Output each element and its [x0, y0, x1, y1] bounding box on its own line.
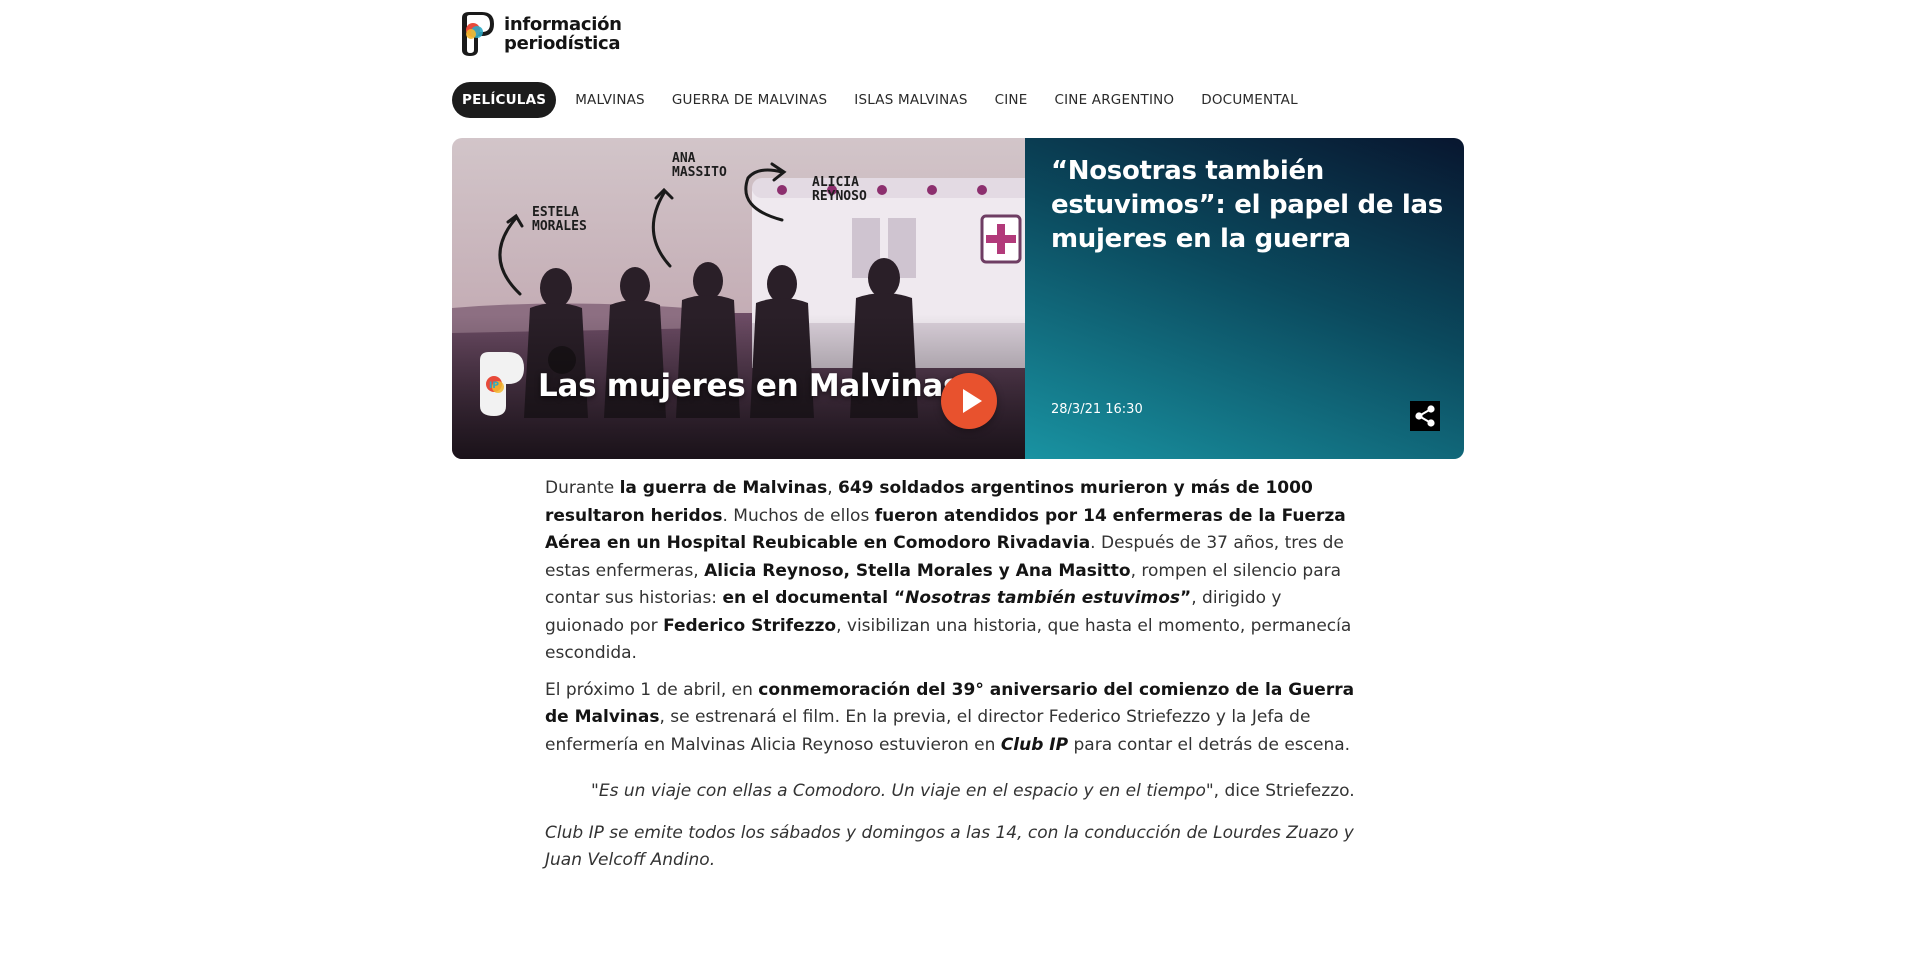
- article-title: “Nosotras también estuvimos”: el papel d…: [1051, 156, 1443, 254]
- publish-date: 28/3/21 16:30: [1051, 402, 1143, 417]
- quote-text: Es un viaje con ellas a Comodoro. Un via…: [598, 781, 1206, 801]
- club-ip-link: Club IP: [1000, 734, 1069, 755]
- share-icon: [1415, 405, 1435, 427]
- share-button[interactable]: [1410, 401, 1440, 431]
- tag-nav: PELÍCULAS MALVINAS GUERRA DE MALVINAS IS…: [452, 82, 1325, 118]
- video-caption: Las mujeres en Malvinas: [538, 368, 962, 404]
- tag-guerra-de-malvinas[interactable]: GUERRA DE MALVINAS: [672, 92, 827, 108]
- article-body: Durante la guerra de Malvinas, 649 solda…: [545, 475, 1365, 884]
- tag-peliculas[interactable]: PELÍCULAS: [452, 82, 557, 118]
- bold-text: Alicia Reynoso, Stella Morales y Ana Mas…: [704, 560, 1131, 581]
- bold-text: en el documental “: [722, 588, 906, 608]
- paragraph-2: El próximo 1 de abril, en conmemoración …: [545, 677, 1365, 760]
- text: . Muchos de ellos: [722, 505, 875, 526]
- name-label-alicia: ALICIA REYNOSO: [812, 175, 867, 204]
- name-label-ana: ANA MASSITO: [672, 151, 727, 180]
- name-label-estela: ESTELA MORALES: [532, 205, 587, 234]
- paragraph-1: Durante la guerra de Malvinas, 649 solda…: [545, 475, 1365, 668]
- site-logo[interactable]: información periodística: [458, 10, 622, 58]
- text: El próximo 1 de abril, en: [545, 679, 759, 700]
- bold-text: la guerra de Malvinas: [619, 478, 828, 498]
- bold-text: ”: [1180, 588, 1192, 608]
- text: ,: [827, 478, 839, 498]
- hero-panel: “Nosotras también estuvimos”: el papel d…: [1025, 138, 1464, 459]
- tag-documental[interactable]: DOCUMENTAL: [1201, 92, 1298, 108]
- logo-mark-icon: [458, 10, 496, 58]
- tag-malvinas[interactable]: MALVINAS: [575, 92, 645, 108]
- play-button[interactable]: [941, 373, 997, 429]
- text: para contar el detrás de escena.: [1068, 734, 1351, 755]
- quote-attribution: ", dice Striefezzo.: [1205, 781, 1355, 801]
- hero-card: IP ESTELA MORALES ANA MASSITO ALICIA REY…: [452, 138, 1464, 459]
- video-still-image: IP: [452, 138, 1025, 459]
- logo-text-line2: periodística: [504, 33, 621, 54]
- play-icon: [963, 389, 982, 413]
- documentary-title: Nosotras también estuvimos: [905, 588, 1181, 608]
- blockquote: "Es un viaje con ellas a Comodoro. Un vi…: [545, 778, 1365, 806]
- bold-text: Federico Strifezzo: [663, 615, 837, 636]
- tag-cine-argentino[interactable]: CINE ARGENTINO: [1054, 92, 1174, 108]
- tag-cine[interactable]: CINE: [995, 92, 1028, 108]
- tag-islas-malvinas[interactable]: ISLAS MALVINAS: [854, 92, 967, 108]
- logo-text-line1: información: [504, 14, 622, 35]
- svg-text:IP: IP: [489, 381, 499, 391]
- text: Durante: [545, 478, 620, 498]
- quote-mark: ": [591, 781, 599, 801]
- video-thumbnail[interactable]: IP ESTELA MORALES ANA MASSITO ALICIA REY…: [452, 138, 1025, 459]
- closing-text: Club IP se emite todos los sábados y dom…: [545, 822, 1354, 871]
- closing-note: Club IP se emite todos los sábados y dom…: [545, 820, 1365, 875]
